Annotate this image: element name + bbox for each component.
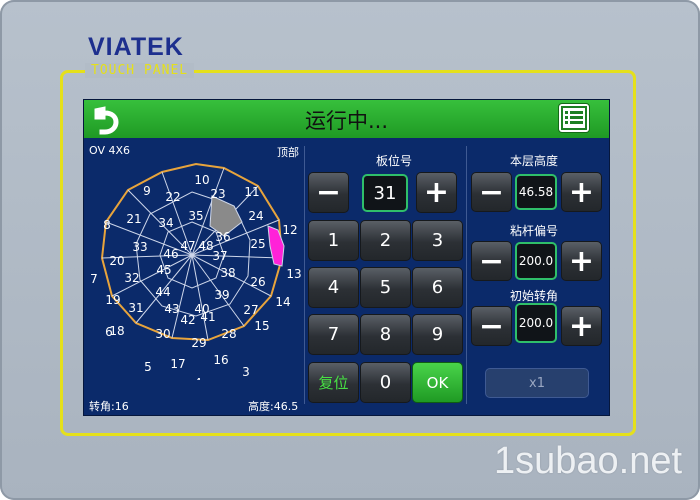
plus-icon: + [568,308,595,344]
cell-25: 25 [250,237,265,251]
cell-44: 44 [155,285,170,299]
wafer-map: 10 11 12 13 14 15 3 4 5 6 7 8 9 23 22 24… [90,162,302,380]
cell-42: 42 [180,313,195,327]
plus-icon: + [568,243,595,279]
rotation-label: 转角:16 [89,400,129,413]
cell-41: 41 [200,310,215,324]
touch-panel-device: VIATEK TOUCH PANEL 运行中... OV 4X6 顶部 10 1… [0,0,700,500]
layer-height-plus-button[interactable]: + [561,172,602,212]
cell-30: 30 [155,327,170,341]
initial-angle-value[interactable]: 200.0 [515,303,557,343]
outer-num-12: 12 [282,223,297,237]
cell-19: 19 [105,293,120,307]
rod-offset-minus-button[interactable]: − [471,241,512,281]
minus-icon: − [315,175,342,210]
key-8[interactable]: 8 [360,314,411,355]
board-position-label: 板位号 [375,154,412,168]
board-position-minus-button[interactable]: − [308,172,349,213]
plus-icon: + [568,174,595,210]
board-position-value[interactable]: 31 [362,174,408,212]
cell-38: 38 [220,266,235,280]
cell-18: 18 [109,324,124,338]
brand-logo-text: VIATEK [88,33,184,61]
status-title: 运行中... [304,109,389,133]
key-5[interactable]: 5 [360,267,411,308]
outer-num-7: 7 [90,272,98,286]
key-9[interactable]: 9 [412,314,463,355]
cell-37: 37 [212,249,227,263]
cell-26: 26 [250,275,265,289]
cell-17: 17 [170,357,185,371]
key-3[interactable]: 3 [412,220,463,261]
outer-num-3: 3 [242,365,250,379]
cell-20: 20 [109,254,124,268]
cell-34: 34 [158,216,173,230]
cell-33: 33 [132,240,147,254]
cell-16: 16 [213,353,228,367]
cell-21: 21 [126,212,141,226]
cell-39: 39 [214,288,229,302]
outer-num-14: 14 [275,295,290,309]
cell-22: 22 [165,190,180,204]
height-label: 高度:46.5 [248,400,299,413]
panel-label: TOUCH PANEL [85,63,195,78]
title-bar: 运行中... [84,100,609,138]
cell-28: 28 [221,327,236,341]
rod-offset-plus-button[interactable]: + [561,241,602,281]
cell-46: 46 [163,247,178,261]
menu-button[interactable] [559,104,589,132]
divider-left [304,146,305,404]
initial-angle-label: 初始转角 [509,289,558,303]
key-2[interactable]: 2 [360,220,411,261]
step-multiplier-button[interactable]: x1 [485,368,589,398]
board-position-plus-button[interactable]: + [416,172,457,213]
cell-47: 47 [180,239,195,253]
cell-31: 31 [128,301,143,315]
minus-icon: − [478,308,505,344]
outer-num-10: 10 [194,173,209,187]
layer-height-label: 本层高度 [509,154,558,168]
divider-right [466,146,467,404]
rod-offset-label: 粘杆偏号 [509,224,558,238]
ok-button[interactable]: OK [412,362,463,403]
rod-offset-value[interactable]: 200.0 [515,242,557,280]
outer-num-5: 5 [144,360,152,374]
outer-num-13: 13 [286,267,301,281]
outer-num-11: 11 [244,185,259,199]
cell-43: 43 [164,302,179,316]
initial-angle-minus-button[interactable]: − [471,306,512,346]
key-1[interactable]: 1 [308,220,359,261]
key-0[interactable]: 0 [360,362,411,403]
outer-num-9: 9 [143,184,151,198]
key-7[interactable]: 7 [308,314,359,355]
initial-angle-plus-button[interactable]: + [561,306,602,346]
cell-48: 48 [198,239,213,253]
key-6[interactable]: 6 [412,267,463,308]
list-menu-icon [561,106,587,130]
outer-num-15: 15 [254,319,269,333]
cell-29: 29 [191,336,206,350]
touch-screen: 运行中... OV 4X6 顶部 10 11 12 13 14 15 3 5 6… [83,99,610,416]
layer-height-minus-button[interactable]: − [471,172,512,212]
key-4[interactable]: 4 [308,267,359,308]
watermark: 1subao.net [494,440,683,482]
cell-35: 35 [188,209,203,223]
minus-icon: − [478,174,505,210]
outer-num-8: 8 [103,218,111,232]
cell-23: 23 [210,187,225,201]
brand-logo: VIATEK [88,33,184,62]
cell-32: 32 [124,271,139,285]
cell-45: 45 [156,263,171,277]
cell-36: 36 [215,230,230,244]
plus-icon: + [423,175,450,210]
layer-height-value[interactable]: 46.58 [515,174,557,210]
cell-24: 24 [248,209,263,223]
cell-27: 27 [243,303,258,317]
minus-icon: − [478,243,505,279]
reset-button[interactable]: 复位 [308,362,359,403]
outer-num-4: 4 [194,376,202,380]
